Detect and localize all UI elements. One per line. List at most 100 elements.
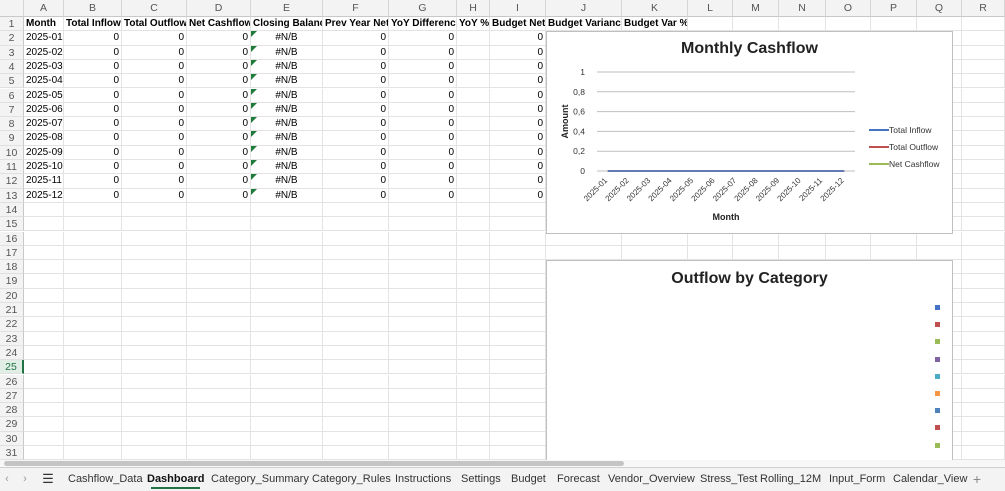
cell-f25[interactable] [323,360,389,375]
cell-i30[interactable] [490,431,546,446]
cell-b28[interactable] [64,403,122,418]
sheet-tab-stress-test[interactable]: Stress_Test [700,468,757,490]
cell-c12[interactable]: 0 [122,174,187,189]
cell-f29[interactable] [323,417,389,432]
cell-g25[interactable] [389,360,457,375]
cell-f4[interactable]: 0 [323,59,389,75]
cell-d28[interactable] [187,403,251,418]
cell-h7[interactable] [457,102,490,118]
cell-a30[interactable] [24,431,64,446]
cell-h1[interactable]: YoY % [457,17,490,32]
column-header-a[interactable]: A [24,0,64,17]
cell-g23[interactable] [389,331,457,346]
cell-e2[interactable]: #N/B [251,31,323,46]
cell-g20[interactable] [389,288,457,303]
cell-g5[interactable]: 0 [389,74,457,89]
cell-r26[interactable] [962,374,1005,389]
row-header-17[interactable]: 17 [0,245,24,261]
cell-i29[interactable] [490,417,546,432]
cell-h3[interactable] [457,45,490,60]
cell-r30[interactable] [962,431,1005,446]
cell-a12[interactable]: 2025-11 [24,174,64,189]
cell-c17[interactable] [122,245,187,261]
cell-a28[interactable] [24,403,64,418]
row-header-29[interactable]: 29 [0,417,24,432]
cell-d12[interactable]: 0 [187,174,251,189]
cell-f16[interactable] [323,231,389,246]
cell-i21[interactable] [490,303,546,318]
cell-h6[interactable] [457,88,490,103]
cell-g15[interactable] [389,217,457,232]
add-sheet-icon[interactable]: + [970,468,984,490]
cell-d24[interactable] [187,345,251,361]
cell-a17[interactable] [24,245,64,261]
cell-f28[interactable] [323,403,389,418]
cell-g31[interactable] [389,446,457,461]
cell-c10[interactable]: 0 [122,145,187,160]
cell-h14[interactable] [457,202,490,218]
cell-a25[interactable] [24,360,64,375]
cell-f22[interactable] [323,317,389,332]
column-header-i[interactable]: I [490,0,546,17]
cell-r7[interactable] [962,102,1005,118]
cell-a10[interactable]: 2025-09 [24,145,64,160]
cell-r17[interactable] [962,245,1005,261]
cell-f2[interactable]: 0 [323,31,389,46]
cell-i10[interactable]: 0 [490,145,546,160]
cell-d27[interactable] [187,388,251,404]
row-header-3[interactable]: 3 [0,45,24,60]
sheet-tab-forecast[interactable]: Forecast [557,468,600,490]
cell-c25[interactable] [122,360,187,375]
cell-b17[interactable] [64,245,122,261]
cell-r18[interactable] [962,260,1005,275]
column-header-p[interactable]: P [871,0,917,17]
sheet-tab-settings[interactable]: Settings [461,468,501,490]
cell-h20[interactable] [457,288,490,303]
cell-r2[interactable] [962,31,1005,46]
cell-h12[interactable] [457,174,490,189]
cell-b9[interactable]: 0 [64,131,122,146]
cell-b15[interactable] [64,217,122,232]
cell-i9[interactable]: 0 [490,131,546,146]
cell-i26[interactable] [490,374,546,389]
cell-e31[interactable] [251,446,323,461]
cell-c3[interactable]: 0 [122,45,187,60]
cell-f5[interactable]: 0 [323,74,389,89]
row-header-20[interactable]: 20 [0,288,24,303]
row-header-26[interactable]: 26 [0,374,24,389]
cell-g13[interactable]: 0 [389,188,457,203]
cell-d4[interactable]: 0 [187,59,251,75]
cell-e25[interactable] [251,360,323,375]
cell-c21[interactable] [122,303,187,318]
row-header-5[interactable]: 5 [0,74,24,89]
sheet-tab-calendar-view[interactable]: Calendar_View [893,468,967,490]
cell-d9[interactable]: 0 [187,131,251,146]
cell-c28[interactable] [122,403,187,418]
cell-g3[interactable]: 0 [389,45,457,60]
cell-f30[interactable] [323,431,389,446]
cell-r1[interactable] [962,17,1005,32]
cell-r15[interactable] [962,217,1005,232]
cell-h27[interactable] [457,388,490,404]
cell-c4[interactable]: 0 [122,59,187,75]
cell-f23[interactable] [323,331,389,346]
cell-h15[interactable] [457,217,490,232]
cell-b8[interactable]: 0 [64,117,122,132]
cell-f13[interactable]: 0 [323,188,389,203]
cell-c27[interactable] [122,388,187,404]
cell-a5[interactable]: 2025-04 [24,74,64,89]
cell-a24[interactable] [24,345,64,361]
cell-g30[interactable] [389,431,457,446]
row-header-16[interactable]: 16 [0,231,24,246]
cell-a29[interactable] [24,417,64,432]
cell-f27[interactable] [323,388,389,404]
cell-f24[interactable] [323,345,389,361]
sheet-tab-instructions[interactable]: Instructions [395,468,451,490]
column-header-q[interactable]: Q [917,0,962,17]
cell-a20[interactable] [24,288,64,303]
sheet-tab-rolling-12m[interactable]: Rolling_12M [760,468,821,490]
cell-a13[interactable]: 2025-12 [24,188,64,203]
cell-e21[interactable] [251,303,323,318]
cell-d30[interactable] [187,431,251,446]
cell-e6[interactable]: #N/B [251,88,323,103]
